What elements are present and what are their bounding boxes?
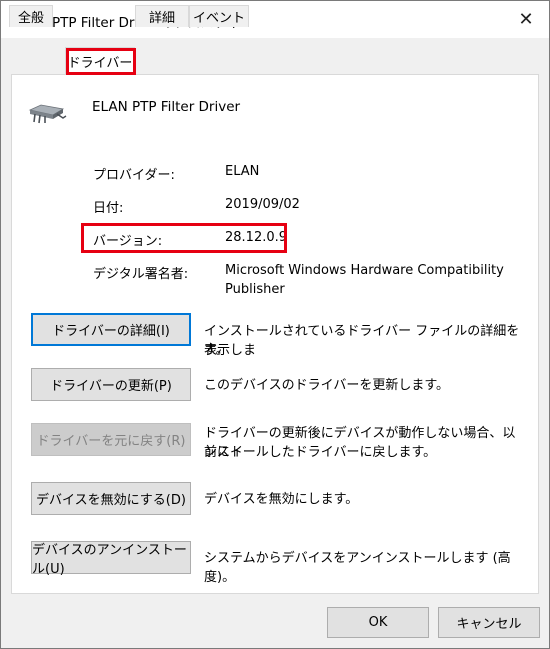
uninstall-device-button[interactable]: デバイスのアンインストール(U) — [31, 541, 191, 577]
driver-details-desc-line2: す。 — [204, 343, 229, 358]
date-label: 日付: — [93, 201, 124, 216]
signer-value-line1: Microsoft Windows Hardware Compatibility — [225, 263, 504, 278]
provider-label: プロバイダー: — [93, 168, 175, 183]
tab-details[interactable]: 詳細 — [135, 5, 189, 27]
tab-highlight-box — [66, 48, 136, 75]
driver-details-button[interactable]: ドライバーの詳細(I) — [31, 313, 191, 346]
disable-device-button[interactable]: デバイスを無効にする(D) — [31, 482, 191, 515]
tab-events[interactable]: イベント — [189, 5, 249, 27]
ok-button[interactable]: OK — [327, 607, 429, 638]
touchpad-device-icon — [28, 104, 67, 124]
uninstall-device-desc: システムからデバイスをアンインストールします (高度)。 — [204, 551, 511, 585]
close-button[interactable]: ✕ — [503, 1, 549, 38]
provider-value: ELAN — [225, 164, 260, 179]
signer-label: デジタル署名者: — [93, 267, 189, 282]
signer-value-line2: Publisher — [225, 282, 285, 297]
disable-device-desc: デバイスを無効にします。 — [204, 492, 359, 507]
roll-back-driver-button: ドライバーを元に戻す(R) — [31, 423, 191, 456]
properties-dialog: ELAN PTP Filter Driverのプロパティ ✕ 全般 ドライバー … — [0, 0, 550, 649]
roll-back-desc-line2: ンストールしたドライバーに戻します。 — [204, 445, 437, 460]
version-highlight-box — [81, 223, 287, 253]
tab-general[interactable]: 全般 — [9, 5, 53, 27]
update-driver-desc: このデバイスのドライバーを更新します。 — [204, 378, 450, 393]
date-value: 2019/09/02 — [225, 197, 300, 212]
title-bar: ELAN PTP Filter Driverのプロパティ ✕ — [1, 1, 549, 38]
update-driver-button[interactable]: ドライバーの更新(P) — [31, 368, 191, 401]
device-name: ELAN PTP Filter Driver — [92, 99, 241, 115]
cancel-button[interactable]: キャンセル — [438, 607, 540, 638]
